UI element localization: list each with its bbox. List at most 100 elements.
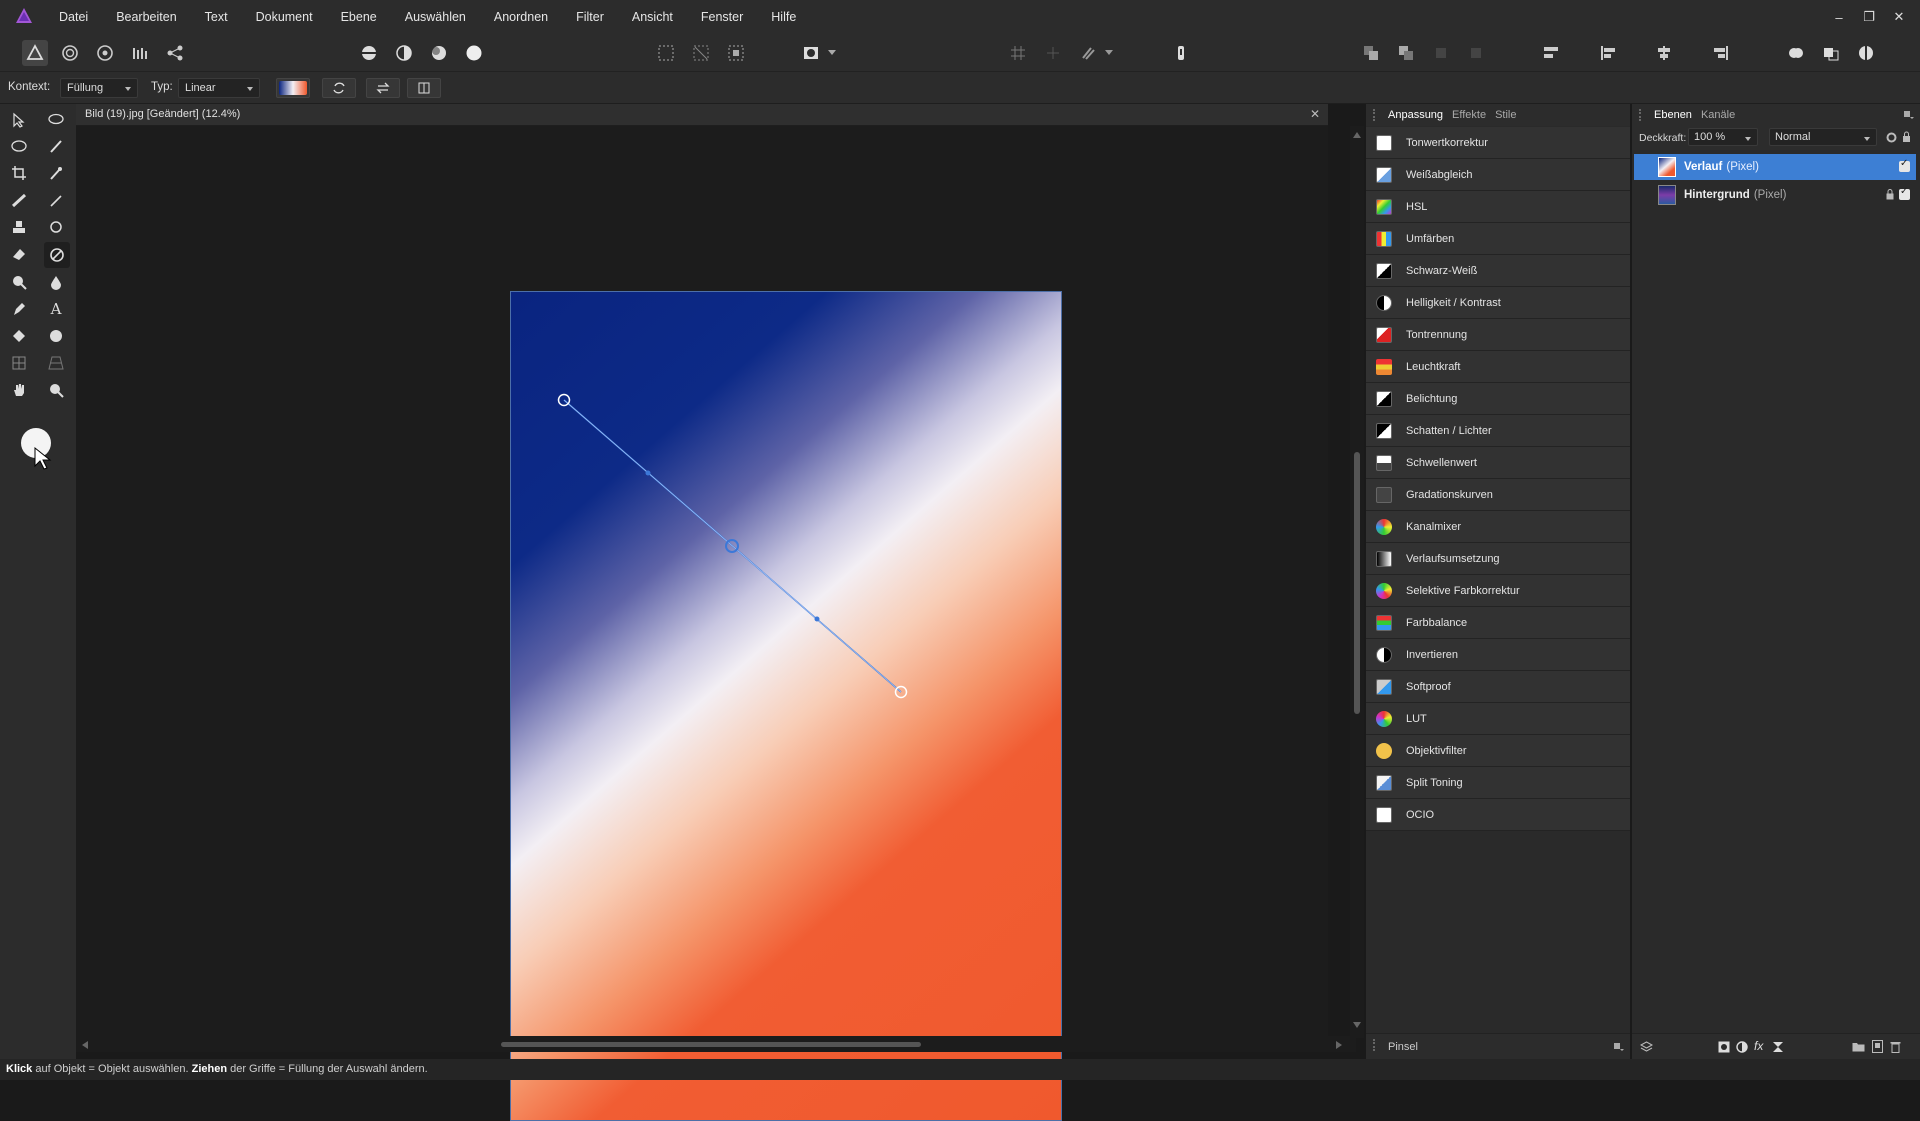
delete-layer-icon[interactable] (1890, 1040, 1901, 1053)
vertical-scrollbar[interactable] (1350, 126, 1364, 1038)
document-tab[interactable]: Bild (19).jpg [Geändert] (12.4%) ✕ (76, 104, 1328, 126)
layer-visibility-checkbox[interactable] (1899, 158, 1910, 172)
ellipse-marquee-icon[interactable] (7, 134, 31, 158)
restore-icon[interactable]: ❐ (1854, 9, 1884, 25)
adjustment-item-split-toning[interactable]: Split Toning (1366, 767, 1630, 799)
menu-item-filter[interactable]: Filter (562, 10, 618, 24)
align-center-icon[interactable] (1653, 42, 1675, 64)
brush-panel-title[interactable]: Pinsel (1388, 1041, 1418, 1053)
scroll-right-icon[interactable] (1336, 1041, 1342, 1049)
tab-kanaele[interactable]: Kanäle (1701, 109, 1735, 121)
invert-selection-icon[interactable] (725, 42, 747, 64)
typ-dropdown[interactable]: Linear (178, 78, 260, 98)
assistant-icon[interactable] (1170, 42, 1192, 64)
eraser-tool-icon[interactable] (7, 242, 31, 266)
auto-white-balance-icon[interactable] (463, 42, 485, 64)
adjustment-item-black-white[interactable]: Schwarz-Weiß (1366, 255, 1630, 287)
auto-colors-icon[interactable] (428, 42, 450, 64)
boolean-intersect-icon[interactable] (1855, 42, 1877, 64)
auto-levels-icon[interactable] (358, 42, 380, 64)
snapping-grid-icon[interactable] (1007, 42, 1029, 64)
align-top-icon[interactable] (1540, 42, 1562, 64)
fx-icon[interactable]: fx (1754, 1039, 1763, 1053)
quick-mask-dropdown-icon[interactable] (826, 42, 838, 64)
mask-layer-icon[interactable] (1718, 1041, 1730, 1053)
auto-contrast-icon[interactable] (393, 42, 415, 64)
quick-mask-icon[interactable] (800, 42, 822, 64)
adjustment-item-lut[interactable]: LUT (1366, 703, 1630, 735)
menu-item-ansicht[interactable]: Ansicht (618, 10, 687, 24)
paint-brush-icon[interactable] (7, 188, 31, 212)
perspective-tool-icon[interactable] (44, 351, 68, 375)
layer-lock-icon[interactable] (1886, 189, 1894, 200)
menu-item-fenster[interactable]: Fenster (687, 10, 757, 24)
photo-persona-icon[interactable] (22, 40, 48, 66)
menu-item-bearbeiten[interactable]: Bearbeiten (102, 10, 190, 24)
panel-menu-icon[interactable] (1614, 1043, 1624, 1051)
shape-tool-icon[interactable] (44, 324, 68, 348)
adjustment-item-vibrance[interactable]: Leuchtkraft (1366, 351, 1630, 383)
boolean-subtract-icon[interactable] (1820, 42, 1842, 64)
live-filter-icon[interactable] (1772, 1041, 1784, 1053)
horizontal-scrollbar[interactable] (76, 1036, 1356, 1052)
dodge-tool-icon[interactable] (7, 270, 31, 294)
boolean-add-icon[interactable] (1785, 42, 1807, 64)
arrange-forward-icon[interactable] (1430, 42, 1452, 64)
healing-brush-icon[interactable] (44, 215, 68, 239)
layer-row-hintergrund[interactable]: Hintergrund (Pixel) (1634, 182, 1916, 208)
scroll-up-icon[interactable] (1353, 132, 1361, 138)
canvas-workspace[interactable] (76, 126, 1328, 1121)
export-persona-icon[interactable] (164, 42, 186, 64)
mesh-warp-icon[interactable] (7, 351, 31, 375)
scroll-down-icon[interactable] (1353, 1022, 1361, 1028)
pen-tool-icon[interactable] (7, 297, 31, 321)
align-left-icon[interactable] (1597, 42, 1619, 64)
tab-effekte[interactable]: Effekte (1452, 109, 1486, 121)
scroll-left-icon[interactable] (82, 1041, 88, 1049)
tab-ebenen[interactable]: Ebenen (1654, 109, 1692, 121)
pixel-brush-icon[interactable] (44, 188, 68, 212)
panel-menu-icon[interactable] (1904, 111, 1914, 119)
panel-grip-icon[interactable] (1373, 109, 1379, 121)
select-all-icon[interactable] (655, 42, 677, 64)
settings-gear-icon[interactable] (1886, 132, 1897, 143)
close-document-icon[interactable]: ✕ (1310, 107, 1320, 121)
gradient-canvas[interactable] (510, 291, 1062, 1121)
adjustment-layer-icon[interactable] (1736, 1041, 1748, 1053)
adjustment-item-recolor[interactable]: Umfärben (1366, 223, 1630, 255)
minimize-icon[interactable]: – (1824, 10, 1854, 25)
menu-item-anordnen[interactable]: Anordnen (480, 10, 562, 24)
new-group-icon[interactable] (1852, 1041, 1865, 1052)
kontext-dropdown[interactable]: Füllung (60, 78, 138, 98)
arrange-back-icon[interactable] (1360, 42, 1382, 64)
menu-item-datei[interactable]: Datei (45, 10, 102, 24)
layer-row-verlauf[interactable]: Verlauf (Pixel) (1634, 154, 1916, 180)
layer-visibility-checkbox[interactable] (1899, 186, 1910, 200)
adjustment-item-white-balance[interactable]: Weißabgleich (1366, 159, 1630, 191)
reverse-gradient-button[interactable] (322, 78, 356, 98)
snapping-dropdown-icon[interactable] (1103, 42, 1115, 64)
menu-item-hilfe[interactable]: Hilfe (757, 10, 810, 24)
adjustment-item-invert[interactable]: Invertieren (1366, 639, 1630, 671)
adjustment-item-exposure[interactable]: Belichtung (1366, 383, 1630, 415)
tone-mapping-persona-icon[interactable] (129, 42, 151, 64)
opacity-field[interactable]: 100 % (1688, 128, 1758, 146)
freehand-selection-icon[interactable] (44, 108, 68, 132)
vertical-scroll-thumb[interactable] (1354, 452, 1360, 714)
text-tool-icon[interactable]: A (44, 297, 68, 321)
adjustment-item-hsl[interactable]: HSL (1366, 191, 1630, 223)
crop-tool-icon[interactable] (7, 161, 31, 185)
menu-item-text[interactable]: Text (191, 10, 242, 24)
gradient-swatch[interactable] (276, 78, 310, 98)
adjustment-item-ocio[interactable]: OCIO (1366, 799, 1630, 831)
adjustment-item-levels[interactable]: Tonwertkorrektur (1366, 127, 1630, 159)
horizontal-scroll-thumb[interactable] (501, 1042, 921, 1047)
gradient-align-button[interactable] (407, 78, 441, 98)
hand-tool-icon[interactable] (7, 378, 31, 402)
adjustment-item-lens-filter[interactable]: Objektivfilter (1366, 735, 1630, 767)
snapping-magnet-icon[interactable] (1077, 42, 1099, 64)
close-icon[interactable]: ✕ (1884, 9, 1914, 25)
menu-item-auswaehlen[interactable]: Auswählen (391, 10, 480, 24)
arrange-front-icon[interactable] (1465, 42, 1487, 64)
adjustment-item-selective-color[interactable]: Selektive Farbkorrektur (1366, 575, 1630, 607)
